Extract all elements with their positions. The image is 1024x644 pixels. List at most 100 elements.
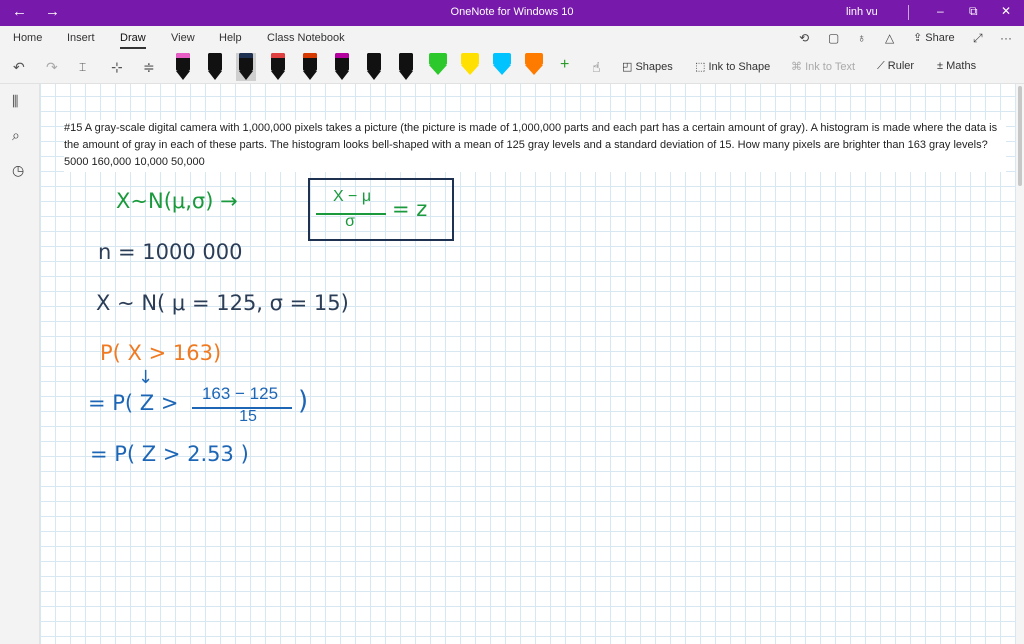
share-label: Share [925, 32, 955, 44]
maths-label: Maths [946, 60, 977, 72]
ruler-label: Ruler [887, 60, 915, 72]
pen-color-band [527, 53, 541, 58]
highlighter-11[interactable] [492, 53, 512, 81]
tab-draw[interactable]: Draw [120, 32, 146, 49]
search-icon[interactable]: ⌕ [12, 127, 20, 144]
ruler-icon: ⟋ [877, 60, 885, 72]
shapes-button[interactable]: ◰ Shapes [622, 60, 673, 73]
pen-color-band [463, 53, 477, 58]
pen-tip [271, 71, 285, 80]
ink-to-shape-icon: ⬚ [695, 61, 706, 73]
ink-to-shape-button[interactable]: ⬚ Ink to Shape [695, 60, 770, 73]
recent-icon[interactable]: ◷ [12, 162, 24, 179]
ink-to-text-icon: ⌘ [791, 61, 802, 73]
highlighter-9[interactable] [428, 53, 448, 81]
pen-6[interactable] [332, 53, 352, 81]
pen-tip [367, 71, 381, 80]
pen-tip [493, 65, 511, 75]
vertical-scrollbar[interactable] [1016, 84, 1024, 644]
pen-tip [239, 71, 253, 80]
sync-icon[interactable]: ⟲ [799, 31, 809, 45]
share-button[interactable]: ⇪ Share [913, 31, 955, 44]
scrollbar-thumb[interactable] [1018, 86, 1022, 186]
ruler-button[interactable]: ⟋ Ruler [877, 60, 914, 73]
close-button[interactable]: ✕ [1001, 4, 1011, 18]
ink-standardize-denominator: 15 [239, 408, 257, 425]
pages-icon[interactable]: ▢ [828, 31, 839, 45]
pen-4[interactable] [268, 53, 288, 81]
touch-draw-icon[interactable]: ☝ [592, 59, 601, 75]
ink-standardize-numerator: 163 − 125 [201, 384, 279, 403]
pen-color-band [367, 53, 381, 58]
pen-color-band [399, 53, 413, 58]
notebooks-icon[interactable]: ⫼ [12, 93, 18, 110]
tab-view[interactable]: View [171, 32, 195, 44]
ink-z-probability: = P( Z > 2.53 ) [90, 442, 249, 466]
tab-class-notebook[interactable]: Class Notebook [267, 32, 345, 44]
maths-icon: ± [937, 60, 944, 72]
undo-icon[interactable]: ↶ [13, 59, 25, 75]
ink-box-numerator: X − μ [332, 188, 372, 205]
pen-tip [208, 71, 222, 80]
maths-button[interactable]: ± Maths [937, 60, 976, 72]
title-bar: ← → OneNote for Windows 10 linh vu – ⧉ ✕ [0, 0, 1024, 26]
pen-5[interactable] [300, 53, 320, 81]
ink-standardize-close: ) [298, 386, 309, 416]
add-space-icon[interactable]: ≑ [143, 59, 155, 75]
minimize-button[interactable]: – [937, 4, 944, 18]
ink-to-text-button[interactable]: ⌘ Ink to Text [791, 60, 855, 73]
tab-insert[interactable]: Insert [67, 32, 95, 44]
ink-normal-params: X ∼ N( μ = 125, σ = 15) [96, 291, 349, 315]
pen-color-band [271, 53, 285, 58]
pen-tip [303, 71, 317, 80]
ink-box-equals-z: = z [392, 197, 428, 221]
share-icon: ⇪ [913, 32, 923, 44]
pen-color-band [239, 53, 253, 58]
pen-color-band [303, 53, 317, 58]
pen-color-band [495, 53, 509, 58]
shapes-label: Shapes [635, 61, 673, 73]
title-separator [908, 5, 909, 20]
navigation-rail: ⫼ ⌕ ◷ [0, 84, 40, 644]
lasso-select-icon[interactable]: ⊹ [111, 59, 123, 75]
ribbon-tabs: Home Insert Draw View Help Class Noteboo… [0, 26, 1024, 50]
pen-color-band [176, 53, 190, 58]
problem-text[interactable]: #15 A gray-scale digital camera with 1,0… [64, 120, 1006, 172]
pen-tip [335, 71, 349, 80]
note-canvas[interactable]: #15 A gray-scale digital camera with 1,0… [40, 84, 1016, 644]
ink-standardize-prefix: = P( Z > [88, 391, 179, 415]
user-name[interactable]: linh vu [846, 6, 878, 18]
expand-icon[interactable]: ⤢ [973, 31, 983, 46]
pen-8[interactable] [396, 53, 416, 81]
ink-to-text-label: Ink to Text [805, 61, 855, 73]
pen-tip [461, 65, 479, 75]
pen-tip [525, 65, 543, 75]
highlighter-12[interactable] [524, 53, 544, 81]
pen-tip [176, 71, 190, 80]
lightbulb-icon[interactable]: ♁ [857, 31, 866, 45]
pen-color-band [208, 53, 222, 58]
tab-help[interactable]: Help [219, 32, 242, 44]
more-options-button[interactable]: ··· [1000, 31, 1012, 45]
pen-tip [399, 71, 413, 80]
ink-distribution-note: X∼N(μ,σ) → [116, 189, 238, 213]
ink-probability-question: P( X > 163) [100, 341, 222, 365]
pen-3[interactable] [236, 53, 256, 81]
restore-button[interactable]: ⧉ [969, 4, 978, 19]
pen-color-band [335, 53, 349, 58]
pen-7[interactable] [364, 53, 384, 81]
draw-toolbar: ↶ ↷ ⌶ ⊹ ≑ + ☝ ◰ Shapes ⬚ Ink to Shape ⌘ … [0, 50, 1024, 84]
tab-home[interactable]: Home [13, 32, 42, 44]
type-select-icon[interactable]: ⌶ [79, 59, 86, 75]
redo-icon[interactable]: ↷ [46, 59, 58, 75]
ink-to-shape-label: Ink to Shape [708, 61, 771, 73]
pen-color-band [431, 53, 445, 58]
shapes-icon: ◰ [622, 61, 633, 73]
add-pen-button[interactable]: + [560, 57, 569, 73]
bell-icon[interactable]: △ [885, 31, 894, 45]
ink-sample-size: n = 1000 000 [98, 240, 243, 264]
ink-box-denominator: σ [345, 213, 355, 230]
pen-1[interactable] [173, 53, 193, 81]
highlighter-10[interactable] [460, 53, 480, 81]
pen-2[interactable] [205, 53, 225, 81]
